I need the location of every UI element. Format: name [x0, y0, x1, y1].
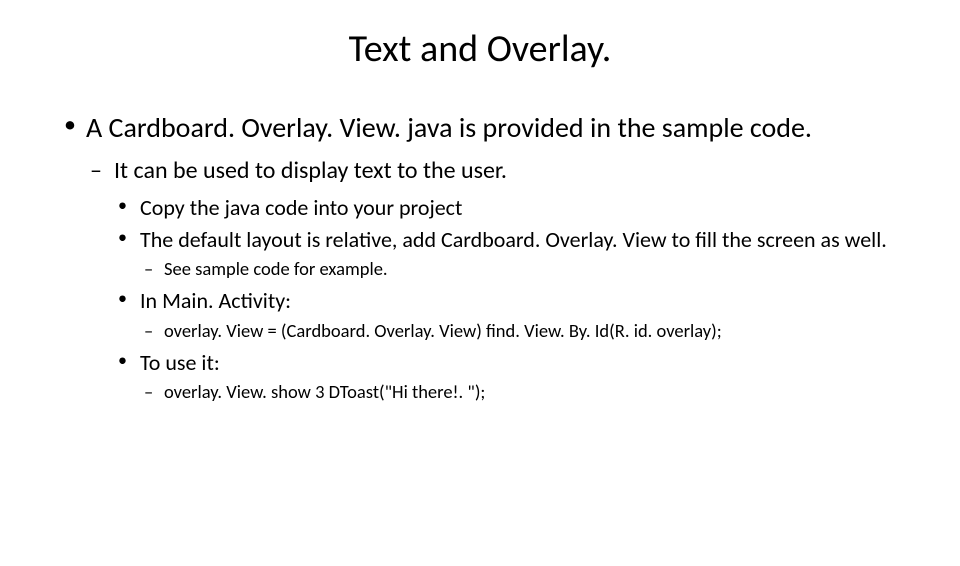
bullet-text: To use it: — [140, 349, 220, 376]
bullet-list-lvl4: See sample code for example. — [140, 257, 902, 281]
bullet-text: A Cardboard. Overlay. View. java is prov… — [86, 110, 812, 145]
bullet-list-lvl3: Copy the java code into your project The… — [114, 194, 902, 404]
bullet-text: See sample code for example. — [164, 257, 388, 280]
list-item: It can be used to display text to the us… — [86, 155, 902, 404]
list-item: See sample code for example. — [140, 257, 902, 281]
slide-title: Text and Overlay. — [0, 26, 960, 72]
bullet-text: Copy the java code into your project — [140, 194, 462, 221]
bullet-text: It can be used to display text to the us… — [114, 156, 507, 185]
list-item: To use it: overlay. View. show 3 DToast(… — [114, 349, 902, 405]
bullet-list-lvl4: overlay. View = (Cardboard. Overlay. Vie… — [140, 319, 902, 343]
bullet-text: overlay. View. show 3 DToast("Hi there!.… — [164, 380, 485, 403]
bullet-text: The default layout is relative, add Card… — [140, 226, 887, 253]
list-item: The default layout is relative, add Card… — [114, 226, 902, 282]
bullet-text: overlay. View = (Cardboard. Overlay. Vie… — [164, 319, 722, 342]
list-item: In Main. Activity: overlay. View = (Card… — [114, 287, 902, 343]
slide-content: A Cardboard. Overlay. View. java is prov… — [0, 110, 960, 404]
bullet-list-lvl1: A Cardboard. Overlay. View. java is prov… — [58, 110, 902, 404]
list-item: overlay. View. show 3 DToast("Hi there!.… — [140, 380, 902, 404]
list-item: overlay. View = (Cardboard. Overlay. Vie… — [140, 319, 902, 343]
bullet-list-lvl4: overlay. View. show 3 DToast("Hi there!.… — [140, 380, 902, 404]
slide: Text and Overlay. A Cardboard. Overlay. … — [0, 26, 960, 566]
bullet-list-lvl2: It can be used to display text to the us… — [86, 155, 902, 404]
bullet-text: In Main. Activity: — [140, 287, 291, 314]
list-item: Copy the java code into your project — [114, 194, 902, 222]
list-item: A Cardboard. Overlay. View. java is prov… — [58, 110, 902, 404]
